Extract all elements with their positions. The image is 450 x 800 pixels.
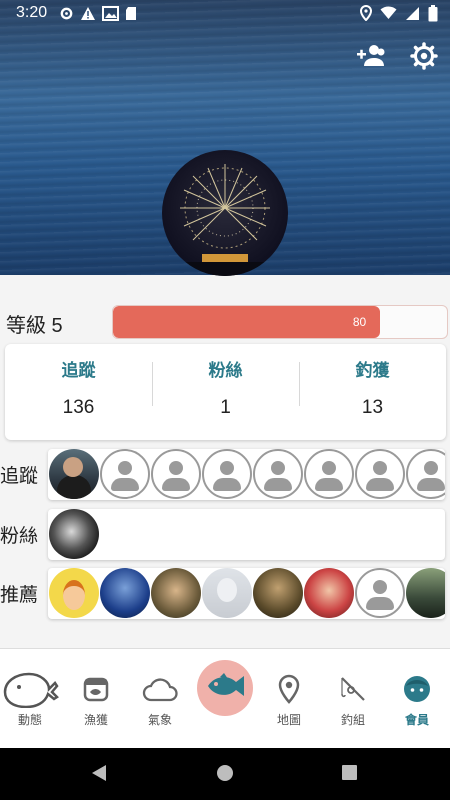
user-avatar[interactable] [253, 568, 303, 618]
stats-card: 追蹤 136 粉絲 1 釣獲 13 [5, 344, 446, 440]
user-avatar[interactable] [406, 568, 445, 618]
settings-icon[interactable] [410, 42, 438, 74]
default-avatar-icon[interactable] [253, 449, 303, 499]
stat-following[interactable]: 追蹤 136 [5, 344, 152, 440]
level-progress-value: 80 [352, 315, 367, 329]
stat-fans[interactable]: 粉絲 1 [152, 344, 299, 440]
add-friend-icon[interactable] [356, 42, 386, 74]
default-avatar-icon[interactable] [202, 449, 252, 499]
fish-action-button[interactable] [197, 660, 253, 716]
image-icon [102, 5, 120, 21]
nav-item-rigs[interactable]: 釣組 [323, 669, 383, 728]
fans-row: 粉絲 [0, 509, 450, 561]
wifi-icon [380, 6, 397, 20]
profile-avatar[interactable] [162, 150, 288, 276]
row-label: 追蹤 [0, 465, 39, 487]
recommended-row: 推薦 [0, 568, 450, 620]
default-avatar-icon[interactable] [406, 449, 445, 499]
nav-label: 會員 [404, 713, 429, 727]
fish-icon [204, 671, 246, 705]
warning-icon [80, 6, 96, 21]
default-avatar-icon[interactable] [100, 449, 150, 499]
profile-screen: 3:20 等級 5 80 追蹤 136 粉絲 1 釣獲 13 追蹤 粉絲 推薦 … [0, 0, 450, 800]
nav-item-catches[interactable]: 漁獲 [66, 669, 126, 728]
user-avatar[interactable] [49, 568, 99, 618]
nav-label: 釣組 [340, 713, 365, 727]
map-pin-icon [259, 669, 319, 709]
stat-value: 1 [220, 397, 231, 418]
nav-item-weather[interactable]: 氣象 [130, 669, 190, 728]
level-progress-bar: 80 [112, 305, 448, 339]
whale-icon [0, 669, 60, 709]
recents-icon[interactable] [341, 764, 358, 785]
level-label: 等級 5 [6, 315, 63, 337]
stat-catches[interactable]: 釣獲 13 [299, 344, 446, 440]
battery-icon [428, 4, 438, 22]
status-bar: 3:20 [0, 0, 450, 26]
home-icon[interactable] [216, 764, 234, 786]
nav-label: 動態 [17, 713, 42, 727]
location-icon [360, 5, 372, 21]
level-row: 等級 5 80 [0, 300, 450, 344]
following-avatar-list[interactable] [48, 449, 445, 500]
nav-label: 地圖 [276, 713, 301, 727]
member-face-icon [387, 669, 447, 709]
cloud-icon [130, 669, 190, 709]
default-avatar-icon[interactable] [151, 449, 201, 499]
fishing-rod-icon [323, 669, 383, 709]
default-avatar-icon[interactable] [304, 449, 354, 499]
nav-item-map[interactable]: 地圖 [259, 669, 319, 728]
signal-icon [405, 6, 420, 21]
nav-label: 漁獲 [83, 713, 108, 727]
avatar-list [48, 568, 445, 618]
avatar-list [48, 509, 445, 559]
nav-item-feed[interactable]: 動態 [0, 669, 60, 728]
system-navigation-bar [0, 748, 450, 800]
default-avatar-icon[interactable] [355, 568, 405, 618]
back-icon[interactable] [91, 764, 107, 786]
user-avatar[interactable] [49, 449, 99, 499]
stat-label: 追蹤 [61, 361, 96, 381]
stat-label: 粉絲 [208, 361, 243, 381]
fans-avatar-list[interactable] [48, 509, 445, 560]
sd-card-icon [125, 6, 137, 21]
user-avatar[interactable] [100, 568, 150, 618]
stat-value: 136 [62, 397, 95, 418]
user-avatar[interactable] [151, 568, 201, 618]
user-avatar[interactable] [304, 568, 354, 618]
stat-value: 13 [361, 397, 384, 418]
user-avatar[interactable] [49, 509, 99, 559]
avatar-list [48, 449, 445, 499]
cover-photo [0, 0, 450, 276]
level-progress-fill: 80 [113, 306, 381, 338]
fireworks-image [162, 164, 288, 276]
user-avatar[interactable] [202, 568, 252, 618]
nav-label: 氣象 [147, 713, 172, 727]
row-label: 推薦 [0, 584, 39, 606]
row-label: 粉絲 [0, 525, 39, 547]
following-row: 追蹤 [0, 449, 450, 501]
nav-item-member[interactable]: 會員 [387, 669, 447, 728]
fish-bowl-icon [66, 669, 126, 709]
default-avatar-icon[interactable] [355, 449, 405, 499]
status-time: 3:20 [16, 4, 48, 21]
stat-label: 釣獲 [355, 361, 390, 381]
recommended-avatar-list[interactable] [48, 568, 445, 619]
settings-icon [59, 6, 74, 21]
